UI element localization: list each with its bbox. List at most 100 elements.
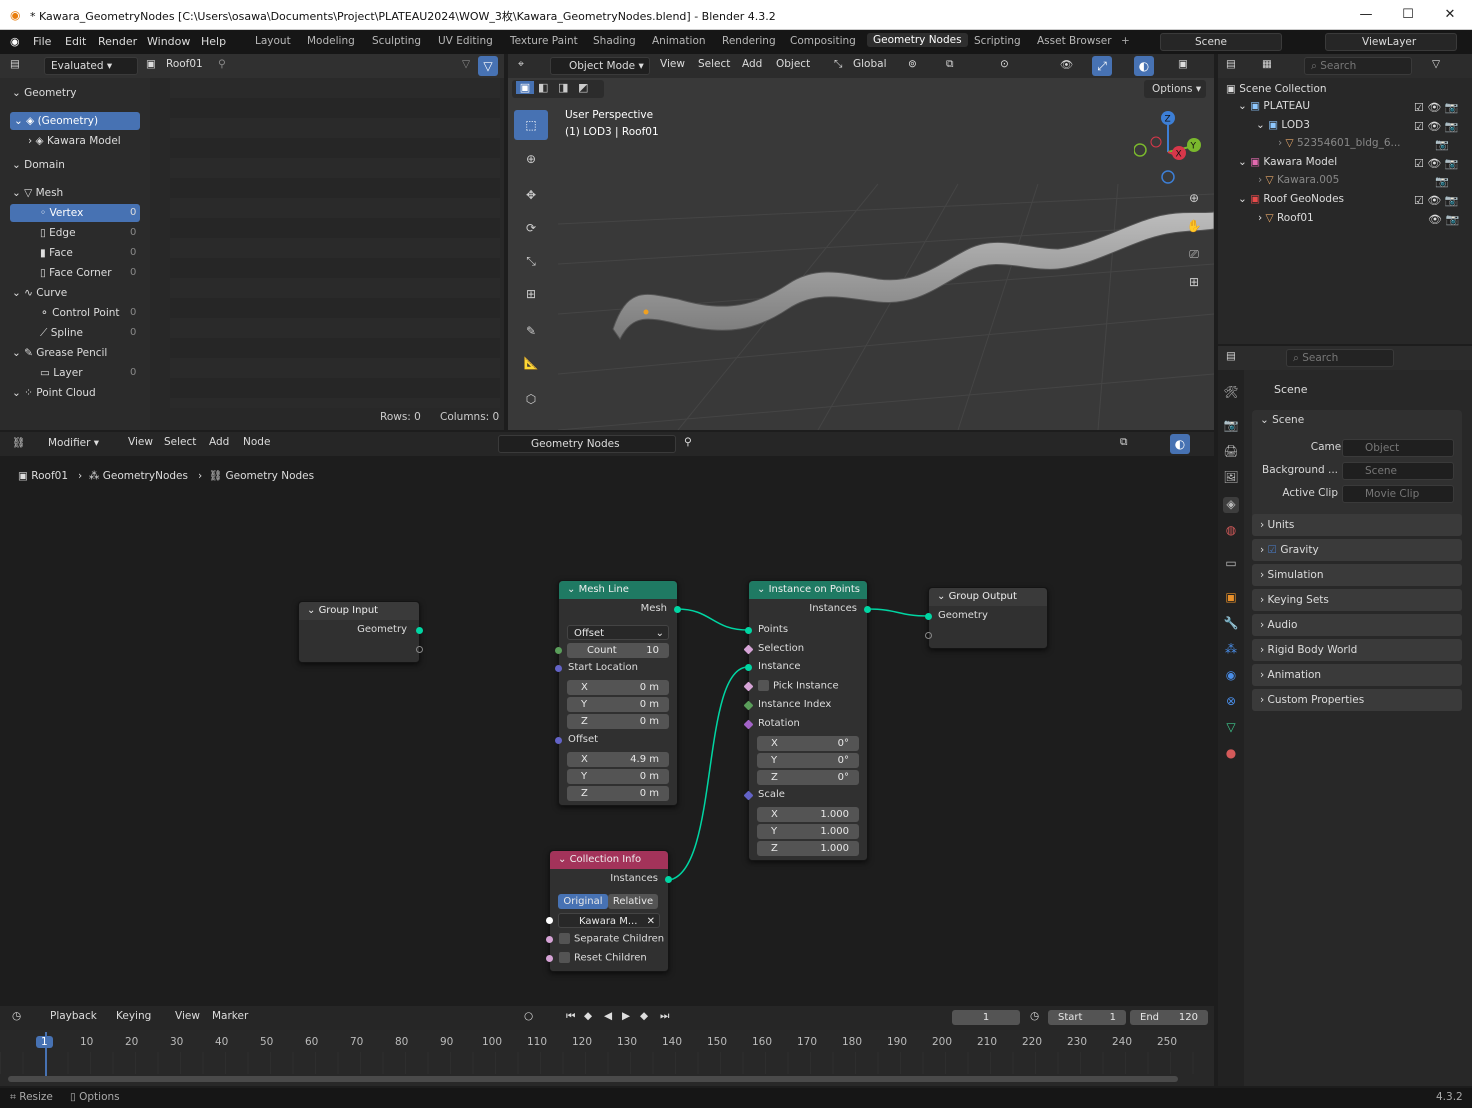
panel-units[interactable]: › Units (1252, 514, 1462, 536)
minimize-button[interactable]: — (1346, 4, 1386, 26)
object-mode-dropdown[interactable]: Object Mode ▾ (550, 57, 650, 75)
editor-type-icon[interactable]: ⌖ (518, 58, 524, 71)
tool-tab-icon[interactable]: 🛠 (1223, 385, 1239, 401)
3d-viewport[interactable]: ⌖ Object Mode ▾ View Select Add Object ⤡… (508, 54, 1214, 430)
rotate-icon[interactable]: ⟳ (514, 213, 548, 243)
xray-icon[interactable]: ▣ (1178, 58, 1188, 70)
outliner-toggles[interactable]: ☑ 👁 📷 ☑ 👁 📷 📷 ☑ 👁 📷 📷 ☑ 👁 📷 👁 📷 (1414, 99, 1459, 229)
tree-domain[interactable]: ⌄ Domain (12, 156, 65, 174)
start-y-field[interactable]: Y 0 m (567, 697, 669, 712)
tab-shading[interactable]: Shading (593, 35, 636, 47)
camera-view-icon[interactable]: ⎚ (1184, 244, 1204, 264)
start-z-field[interactable]: Z 0 m (567, 714, 669, 729)
world-tab-icon[interactable]: ◍ (1223, 523, 1239, 539)
mesh-line-offset-socket[interactable] (555, 737, 562, 744)
panel-rigid-body-world[interactable]: › Rigid Body World (1252, 639, 1462, 661)
mesh-line-count-field[interactable]: Count 10 (567, 643, 669, 658)
active-clip-field[interactable]: Movie Clip (1342, 485, 1454, 503)
add-workspace-icon[interactable]: + (1121, 35, 1130, 47)
select-box-icon[interactable]: ⬚ (514, 110, 548, 140)
timeline-menu-marker[interactable]: Marker (212, 1010, 248, 1022)
outliner-plateau[interactable]: ⌄ ▣ PLATEAU (1238, 97, 1310, 115)
jump-keyframe-forward-icon[interactable]: ◆ (640, 1010, 648, 1022)
pan-hand-icon[interactable]: ✋ (1184, 216, 1204, 236)
panel-audio[interactable]: › Audio (1252, 614, 1462, 636)
close-button[interactable]: ✕ (1430, 4, 1470, 26)
measure-icon[interactable]: 📐 (514, 348, 548, 378)
scene-tab-icon[interactable]: ◈ (1223, 497, 1239, 513)
node-collection-info[interactable]: ⌄ Collection Info Instances Original Rel… (546, 850, 672, 972)
panel-gravity[interactable]: › ☑ Gravity (1252, 539, 1462, 561)
separate-children-checkbox[interactable] (559, 933, 570, 944)
menu-render[interactable]: Render (98, 35, 137, 48)
properties-search[interactable]: ⌕ Search (1286, 349, 1394, 367)
menu-edit[interactable]: Edit (65, 35, 86, 48)
tree-layer[interactable]: ▭ Layer 0 (40, 364, 140, 382)
select-subtract-icon[interactable]: ◨ (558, 81, 568, 94)
offset-x-field[interactable]: X 4.9 m (567, 752, 669, 767)
select-new-icon[interactable]: ▣ (516, 81, 534, 94)
tree-spline[interactable]: ⟋ Spline 0 (40, 324, 140, 342)
tree-vertex[interactable]: ◦ Vertex 0 (10, 204, 140, 222)
node-instance-on-points[interactable]: ⌄ Instance on Points Instances Points Se… (743, 580, 871, 861)
output-tab-icon[interactable]: 🖨 (1223, 444, 1239, 460)
tab-compositing[interactable]: Compositing (790, 35, 856, 47)
preview-range-icon[interactable]: ◷ (1030, 1010, 1039, 1022)
tab-sculpting[interactable]: Sculpting (372, 35, 421, 47)
node-group-input[interactable]: ⌄ Group Input Geometry (298, 601, 423, 663)
autokey-icon[interactable]: ○ (524, 1010, 533, 1022)
original-toggle[interactable]: Original (558, 894, 608, 909)
select-invert-icon[interactable]: ◩ (578, 81, 588, 94)
cursor-icon[interactable]: ⊕ (514, 144, 548, 174)
gizmo-toggle-icon[interactable]: ⤢ (1092, 56, 1112, 76)
transform-orientation[interactable]: Global (853, 58, 887, 70)
material-tab-icon[interactable]: ● (1223, 746, 1239, 762)
editor-type-icon[interactable]: ▤ (1226, 58, 1236, 70)
tree-edge[interactable]: ▯ Edge 0 (40, 224, 140, 242)
iop-pick-instance[interactable]: Pick Instance (758, 680, 839, 692)
node-collection-info-header[interactable]: ⌄ Collection Info (550, 851, 668, 869)
tab-scripting[interactable]: Scripting (974, 35, 1021, 47)
play-reverse-icon[interactable]: ◀ (604, 1010, 612, 1022)
visibility-icon[interactable]: 👁 (1060, 58, 1073, 71)
mesh-line-start-socket[interactable] (555, 665, 562, 672)
tab-uv-editing[interactable]: UV Editing (438, 35, 493, 47)
reset-children-checkbox[interactable] (559, 952, 570, 963)
collection-info-instances-socket[interactable] (665, 876, 672, 883)
tab-layout[interactable]: Layout (255, 35, 291, 47)
transform-orientation-icon[interactable]: ⤡ (834, 58, 842, 71)
relative-toggle[interactable]: Relative (608, 894, 658, 909)
node-group-output[interactable]: ⌄ Group Output Geometry (925, 587, 1048, 649)
end-frame-field[interactable]: End 120 (1130, 1010, 1208, 1025)
tree-geometry-root[interactable]: ⌄ ◈ (Geometry) (10, 112, 140, 130)
display-mode-icon[interactable]: ▦ (1262, 58, 1272, 70)
tab-rendering[interactable]: Rendering (722, 35, 776, 47)
overlay-toggle-icon[interactable]: ◐ (1134, 56, 1154, 76)
viewlayer-selector[interactable]: ViewLayer (1325, 33, 1457, 51)
outliner-roof01[interactable]: › ▽ Roof01 (1258, 209, 1314, 227)
data-tab-icon[interactable]: ▽ (1223, 720, 1239, 736)
tree-grease-pencil[interactable]: ⌄ ✎ Grease Pencil (12, 344, 107, 362)
background-field[interactable]: Scene (1342, 462, 1454, 480)
scale-x-field[interactable]: X 1.000 (757, 807, 859, 822)
timeline-scrollbar[interactable] (8, 1076, 1178, 1082)
scene-panel-header[interactable]: ⌄ Scene (1260, 414, 1304, 426)
outliner-bldg[interactable]: › ▽ 52354601_bldg_6... (1278, 134, 1401, 152)
iop-instance-socket[interactable] (745, 664, 752, 671)
separate-children[interactable]: Separate Children (559, 933, 664, 945)
pick-instance-checkbox[interactable] (758, 680, 769, 691)
pin-icon[interactable]: ⚲ (218, 58, 226, 70)
proportional-edit-icon[interactable]: ⊙ (1000, 58, 1009, 70)
collection-field[interactable]: Kawara M... ✕ (558, 913, 660, 928)
mesh-line-mode-dropdown[interactable]: Offset ⌄ (567, 625, 669, 640)
menu-window[interactable]: Window (147, 35, 190, 48)
ortho-grid-icon[interactable]: ⊞ (1184, 272, 1204, 292)
zoom-icon[interactable]: ⊕ (1184, 188, 1204, 208)
node-mesh-line-header[interactable]: ⌄ Mesh Line (559, 581, 677, 599)
current-frame-field[interactable]: 1 (952, 1010, 1020, 1025)
modifier-tab-icon[interactable]: 🔧 (1223, 616, 1239, 632)
constraints-tab-icon[interactable]: ⊗ (1223, 694, 1239, 710)
tree-geometry[interactable]: ⌄ Geometry (12, 84, 142, 102)
particles-tab-icon[interactable]: ⁂ (1223, 642, 1239, 658)
editor-type-icon[interactable]: ▤ (1226, 350, 1236, 362)
